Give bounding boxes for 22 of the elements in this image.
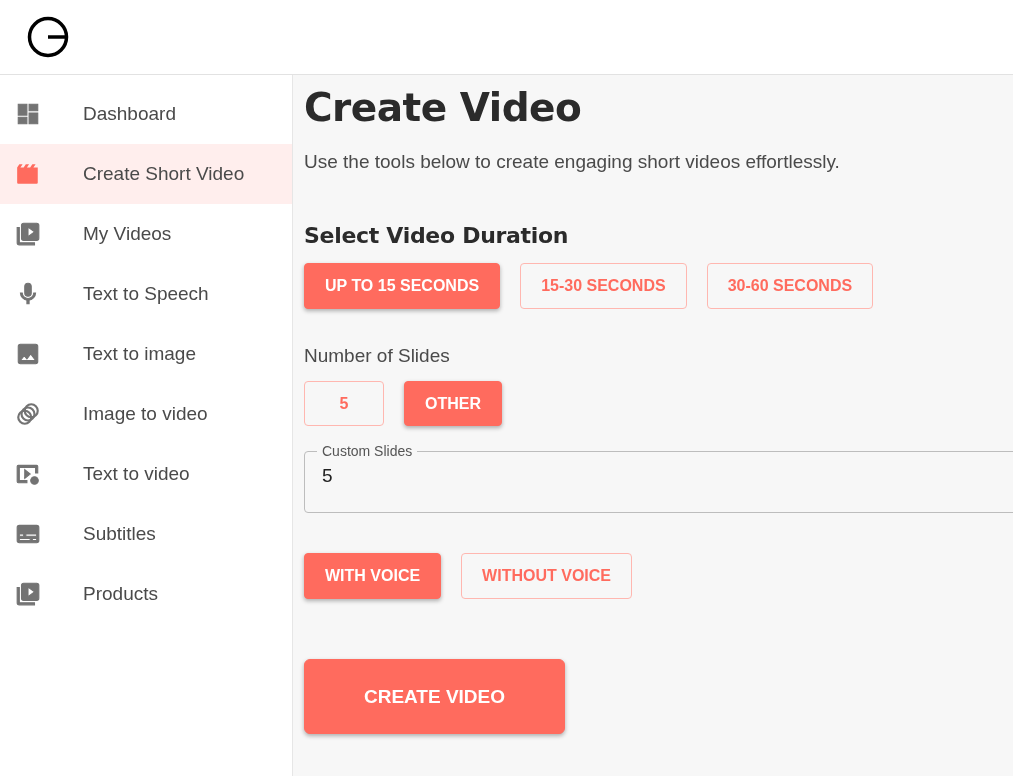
- section-heading: Select Video Duration: [304, 223, 570, 248]
- logo-icon: [27, 16, 69, 58]
- sidebar-item[interactable]: Image to video: [0, 384, 292, 444]
- field-label: Custom Slides: [321, 443, 414, 459]
- image-icon: [15, 341, 41, 367]
- sidebar-item[interactable]: My Videos: [0, 204, 292, 264]
- slides-label: Number of Slides: [304, 345, 451, 367]
- sidebar-item[interactable]: Dashboard: [0, 84, 292, 144]
- rings-icon: [15, 401, 41, 427]
- sidebar-item[interactable]: Text to image: [0, 324, 292, 384]
- clapper-icon: [15, 161, 41, 187]
- custom-slides-input[interactable]: 5: [322, 465, 622, 487]
- library-icon: [15, 221, 41, 247]
- page-title: Create Video: [304, 85, 583, 130]
- library-icon: [15, 581, 41, 607]
- sidebar-item[interactable]: Products: [0, 564, 292, 624]
- sidebar-item[interactable]: Create Short Video: [0, 144, 292, 204]
- sidebar-item[interactable]: Text to Speech: [0, 264, 292, 324]
- dashboard-icon: [15, 101, 41, 127]
- sidebar-item[interactable]: Text to video: [0, 444, 292, 504]
- page-subtitle: Use the tools below to create engaging short videos effortlessly.: [304, 151, 841, 173]
- sidebar-item[interactable]: Subtitles: [0, 504, 292, 564]
